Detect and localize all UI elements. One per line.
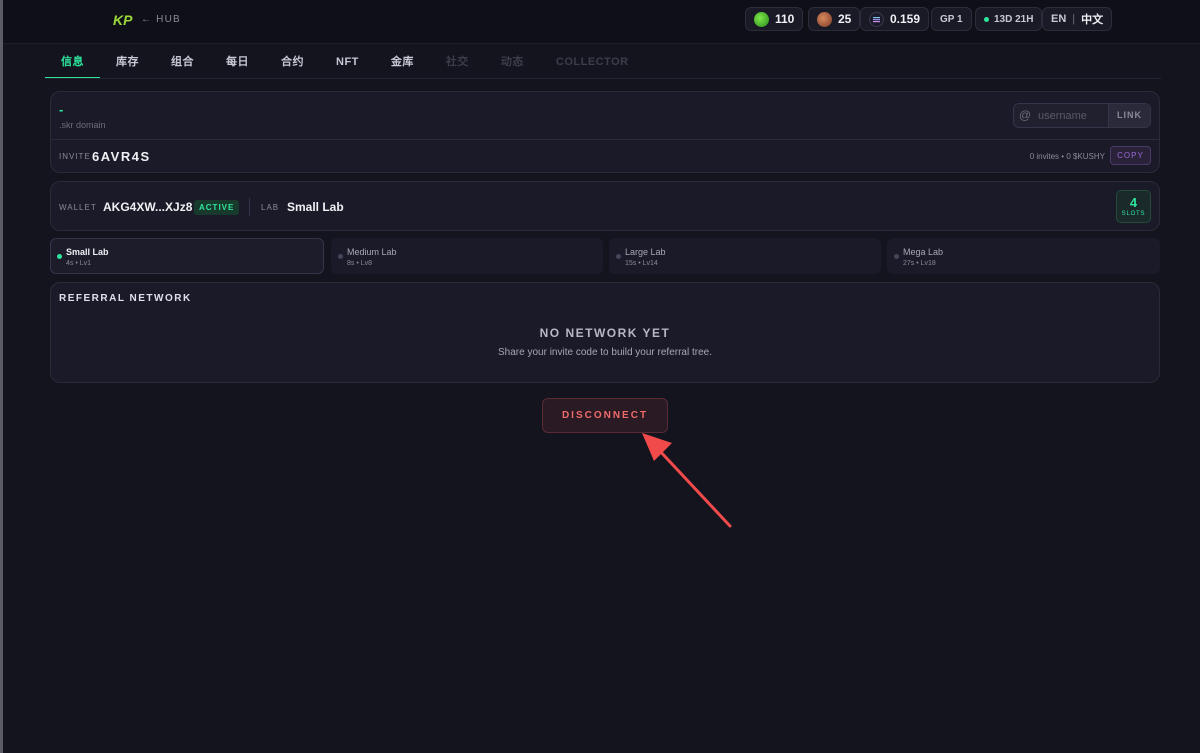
kushy-amount: 0 $KUSHY bbox=[1066, 152, 1105, 161]
lab-option-0[interactable]: Small Lab 4s • Lv1 bbox=[50, 238, 324, 274]
lab-option-3[interactable]: Mega Lab 27s • Lv18 bbox=[887, 238, 1160, 274]
solana-icon bbox=[869, 11, 884, 27]
lab-dot-icon bbox=[57, 254, 62, 259]
lab-option-1[interactable]: Medium Lab 8s • Lv8 bbox=[331, 238, 603, 274]
gp-pill[interactable]: GP 1 bbox=[931, 7, 972, 31]
lab-name: Mega Lab bbox=[903, 247, 944, 257]
language-toggle[interactable]: EN | 中文 bbox=[1042, 7, 1113, 31]
slots-badge: 4 SLOTS bbox=[1116, 190, 1151, 223]
gp-value: GP 1 bbox=[940, 13, 963, 25]
link-button[interactable]: LINK bbox=[1108, 104, 1150, 127]
token-value: 0.159 bbox=[890, 12, 921, 26]
season-timer-pill[interactable]: 13D 21H bbox=[975, 7, 1043, 31]
tab-1[interactable]: 库存 bbox=[100, 52, 155, 78]
lab-level: Lv8 bbox=[360, 260, 373, 267]
lab-name: Small Lab bbox=[66, 247, 109, 257]
lab-option-2[interactable]: Large Lab 15s • Lv14 bbox=[609, 238, 881, 274]
lab-meta: 27s • Lv18 bbox=[903, 260, 936, 267]
domain-card: - .skr domain @ LINK INVITE 6AVR4S 0 inv… bbox=[50, 91, 1160, 173]
brown-count: 25 bbox=[838, 12, 852, 26]
slots-value: 4 bbox=[1129, 195, 1138, 210]
status-dot-icon bbox=[984, 16, 989, 22]
green-count: 110 bbox=[775, 12, 795, 26]
lang-cn[interactable]: 中文 bbox=[1081, 11, 1103, 27]
invite-stats: 0 invites • 0 $KUSHY bbox=[1030, 152, 1105, 161]
username-link-group: @ LINK bbox=[1013, 103, 1151, 128]
tab-2[interactable]: 组合 bbox=[155, 52, 210, 78]
empty-state-title: NO NETWORK YET bbox=[539, 326, 671, 340]
referral-title: REFERRAL NETWORK bbox=[59, 293, 192, 304]
tab-0[interactable]: 信息 bbox=[45, 52, 100, 79]
brown-resource-pill[interactable]: 25 bbox=[808, 7, 861, 31]
username-input[interactable] bbox=[1036, 104, 1108, 127]
lang-en[interactable]: EN bbox=[1051, 13, 1066, 25]
referral-network-card: REFERRAL NETWORK NO NETWORK YET Share yo… bbox=[50, 282, 1160, 383]
lab-dot-icon bbox=[616, 254, 621, 259]
at-sign-icon: @ bbox=[1018, 108, 1032, 122]
lab-time: 27s bbox=[903, 260, 915, 267]
lang-separator: | bbox=[1072, 13, 1076, 25]
invite-code: 6AVR4S bbox=[92, 149, 151, 164]
lab-level: Lv1 bbox=[79, 260, 92, 267]
tab-9: COLLECTOR bbox=[555, 56, 629, 68]
lab-label: LAB bbox=[261, 203, 280, 212]
lab-meta: 15s • Lv14 bbox=[625, 260, 658, 267]
annotation-arrow-icon bbox=[642, 433, 732, 528]
lab-meta: 4s • Lv1 bbox=[66, 260, 91, 267]
green-gem-icon bbox=[754, 11, 769, 27]
lab-level: Lv14 bbox=[642, 260, 658, 267]
lab-time: 15s bbox=[625, 260, 637, 267]
kp-logo-icon[interactable]: KP bbox=[113, 11, 135, 29]
lab-value: Small Lab bbox=[287, 200, 344, 214]
token-pill[interactable]: 0.159 bbox=[860, 7, 930, 31]
lab-name: Medium Lab bbox=[347, 247, 397, 257]
hub-link[interactable]: ← HUB bbox=[141, 14, 181, 25]
wallet-separator bbox=[249, 198, 250, 216]
tab-divider bbox=[45, 78, 1161, 79]
status-badge: ACTIVE bbox=[194, 200, 240, 215]
tab-8: 动态 bbox=[500, 56, 524, 68]
lab-meta: 8s • Lv8 bbox=[347, 260, 372, 267]
lab-dot-icon bbox=[338, 254, 343, 259]
wallet-label: WALLET bbox=[59, 203, 97, 212]
window-edge bbox=[0, 0, 3, 753]
lab-level: Lv18 bbox=[920, 260, 936, 267]
card-divider bbox=[51, 139, 1159, 140]
svg-text:KP: KP bbox=[113, 12, 133, 28]
lab-name: Large Lab bbox=[625, 247, 666, 257]
tab-7: 社交 bbox=[445, 56, 469, 68]
copy-button[interactable]: COPY bbox=[1110, 146, 1151, 165]
domain-label: .skr domain bbox=[59, 120, 106, 130]
slots-label: SLOTS bbox=[1121, 211, 1146, 217]
empty-state-subtitle: Share your invite code to build your ref… bbox=[498, 347, 712, 358]
green-resource-pill[interactable]: 110 bbox=[745, 7, 804, 31]
season-timer: 13D 21H bbox=[994, 13, 1034, 25]
main-tabs: 信息 库存 组合 每日 合约 NFT 金库 社交 动态 COLLECTOR bbox=[45, 52, 645, 79]
wallet-address[interactable]: AKG4XW...XJz8 bbox=[103, 200, 192, 214]
tab-3[interactable]: 每日 bbox=[210, 52, 265, 78]
brown-cookie-icon bbox=[817, 11, 832, 27]
invite-label: INVITE bbox=[59, 152, 91, 161]
tab-4[interactable]: 合约 bbox=[265, 52, 320, 78]
tab-6[interactable]: 金库 bbox=[375, 52, 430, 78]
invites-count: 0 invites bbox=[1029, 152, 1060, 161]
domain-value: - bbox=[59, 102, 64, 117]
wallet-card: WALLET AKG4XW...XJz8 ACTIVE LAB Small La… bbox=[50, 181, 1160, 231]
top-bar: KP ← HUB 110 25 0.159 GP 1 13D 21H EN | … bbox=[3, 0, 1200, 44]
tab-5[interactable]: NFT bbox=[320, 52, 375, 78]
lab-dot-icon bbox=[894, 254, 899, 259]
